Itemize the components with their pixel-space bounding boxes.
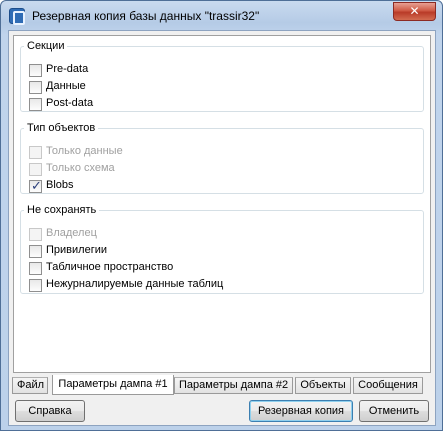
close-button[interactable]: ✕ (393, 2, 436, 21)
post-data-label: Post-data (46, 97, 94, 109)
object-type-group: Тип объектов Только данные Только схема … (20, 122, 424, 194)
do-not-save-group-title: Не сохранять (27, 204, 97, 216)
tab-objects[interactable]: Объекты (295, 377, 351, 394)
owner-label: Владелец (46, 227, 97, 239)
data-label: Данные (46, 80, 86, 92)
schema-only-label: Только схема (46, 162, 115, 174)
post-data-checkbox-box[interactable] (29, 98, 42, 111)
pre-data-checkbox-box[interactable] (29, 64, 42, 77)
pre-data-label: Pre-data (46, 63, 89, 75)
do-not-save-group: Не сохранять Владелец Привилегии Табличн… (20, 204, 424, 294)
tab-file[interactable]: Файл (12, 377, 48, 394)
owner-checkbox-box (29, 228, 42, 241)
dialog-client-area: Секции Pre-data Данные Post-data Тип объ… (8, 30, 436, 426)
backup-button[interactable]: Резервная копия (249, 400, 353, 422)
sections-group: Секции Pre-data Данные Post-data (20, 40, 424, 112)
data-only-checkbox-box (29, 146, 42, 159)
help-button[interactable]: Справка (15, 400, 85, 422)
tab-messages[interactable]: Сообщения (353, 377, 423, 394)
blobs-label: Blobs (46, 179, 74, 191)
title-bar[interactable]: Резервная копия базы данных "trassir32" … (1, 1, 442, 31)
blobs-checkbox-box[interactable] (29, 178, 42, 194)
tablespace-checkbox-box[interactable] (29, 262, 42, 275)
unlogged-table-data-checkbox-box[interactable] (29, 279, 42, 292)
backup-dialog-window: Резервная копия базы данных "trassir32" … (0, 0, 443, 431)
tab-dump-options-2[interactable]: Параметры дампа #2 (174, 377, 293, 394)
privileges-label: Привилегии (46, 244, 107, 256)
tablespace-label: Табличное пространство (46, 261, 174, 273)
privileges-checkbox-box[interactable] (29, 245, 42, 258)
tab-dump-options-1[interactable]: Параметры дампа #1 (52, 375, 174, 395)
unlogged-table-data-label: Нежурналируемые данные таблиц (46, 278, 224, 290)
data-checkbox-box[interactable] (29, 81, 42, 94)
schema-only-checkbox-box (29, 163, 42, 176)
cancel-button[interactable]: Отменить (359, 400, 429, 422)
sections-group-title: Секции (27, 40, 65, 52)
dump-options-panel: Секции Pre-data Данные Post-data Тип объ… (13, 35, 431, 373)
window-title: Резервная копия базы данных "trassir32" (32, 9, 260, 23)
database-app-icon (9, 8, 25, 25)
dialog-tab-bar: Файл Параметры дампа #1 Параметры дампа … (11, 375, 431, 395)
object-type-group-title: Тип объектов (27, 122, 96, 134)
data-only-label: Только данные (46, 145, 123, 157)
